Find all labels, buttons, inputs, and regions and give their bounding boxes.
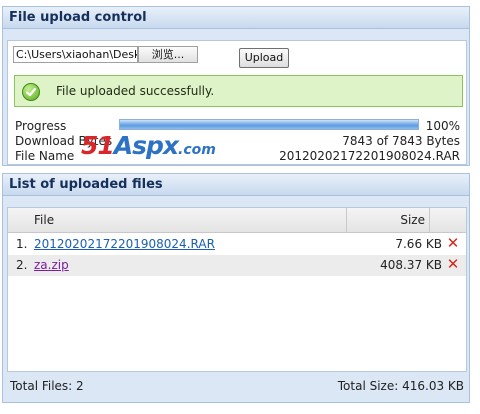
progress-label: Progress — [15, 119, 67, 133]
browse-button[interactable]: 浏览... — [138, 46, 198, 63]
column-header-file[interactable]: File — [8, 208, 347, 232]
success-message-box: File uploaded successfully. — [14, 75, 463, 107]
success-message: File uploaded successfully. — [56, 84, 215, 98]
total-files: Total Files: 2 — [10, 379, 84, 393]
file-size: 408.37 KB — [380, 258, 442, 272]
file-link[interactable]: za.zip — [34, 255, 69, 276]
check-circle-icon — [22, 83, 40, 101]
file-name-label: File Name — [15, 149, 75, 163]
table-row: 2. za.zip 408.37 KB ✕ — [8, 255, 466, 276]
row-number: 1. — [16, 237, 28, 251]
download-bytes-value: 7843 of 7843 Bytes — [342, 134, 460, 148]
file-size: 7.66 KB — [395, 237, 442, 251]
delete-icon[interactable]: ✕ — [446, 234, 460, 255]
file-path-input[interactable]: C:\Users\xiaohan\Desktop — [13, 46, 138, 63]
progress-bar — [119, 119, 419, 130]
upload-button[interactable]: Upload — [239, 48, 289, 68]
files-panel-title: List of uploaded files — [3, 174, 469, 196]
progress-bar-fill — [120, 120, 418, 129]
file-name-value: 20120202172201908024.RAR — [279, 149, 460, 163]
table-row: 1. 20120202172201908024.RAR 7.66 KB ✕ — [8, 234, 466, 255]
download-bytes-label: Download Bytes — [15, 134, 113, 148]
files-table: File Size 1. 20120202172201908024.RAR 7.… — [7, 207, 467, 372]
progress-value: 100% — [425, 119, 460, 133]
upload-panel-title: File upload control — [3, 7, 469, 29]
column-header-size[interactable]: Size — [347, 208, 430, 232]
total-size: Total Size: 416.03 KB — [337, 379, 464, 393]
table-header: File Size — [8, 208, 466, 233]
row-number: 2. — [16, 258, 28, 272]
file-link[interactable]: 20120202172201908024.RAR — [34, 234, 215, 255]
delete-icon[interactable]: ✕ — [446, 255, 460, 276]
files-panel: List of uploaded files File Size 1. 2012… — [2, 173, 470, 403]
upload-panel: File upload control C:\Users\xiaohan\Des… — [2, 6, 470, 166]
upload-panel-body: C:\Users\xiaohan\Desktop 浏览... Upload Fi… — [7, 40, 467, 165]
files-footer: Total Files: 2 Total Size: 416.03 KB — [7, 375, 467, 397]
